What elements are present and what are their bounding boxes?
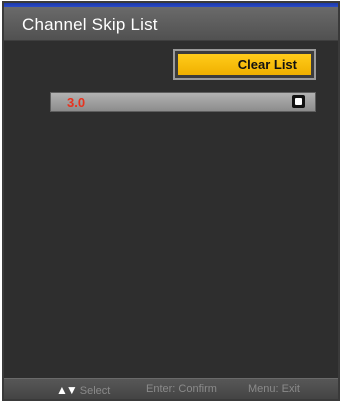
hint-exit: Menu: Exit — [248, 383, 300, 395]
up-down-arrows-icon: ▲▼ — [56, 383, 78, 397]
channel-number: 3.0 — [67, 95, 86, 110]
channel-skip-panel: Channel Skip List Clear List 3.0 ▲▼ Selec… — [2, 1, 340, 401]
skip-checkbox-icon[interactable] — [292, 95, 305, 108]
title-bar: Channel Skip List — [4, 7, 338, 41]
hint-confirm: Enter: Confirm — [146, 383, 217, 395]
skip-list-item[interactable]: 3.0 — [50, 92, 316, 112]
footer-hint-bar: ▲▼ Select Enter: Confirm Menu: Exit — [4, 378, 338, 399]
hint-select-label: Select — [79, 385, 111, 397]
hint-select: ▲▼ Select — [56, 383, 110, 397]
clear-list-button-label: Clear List — [178, 54, 311, 75]
page-title: Channel Skip List — [22, 15, 158, 34]
clear-list-button[interactable]: Clear List — [173, 49, 316, 80]
